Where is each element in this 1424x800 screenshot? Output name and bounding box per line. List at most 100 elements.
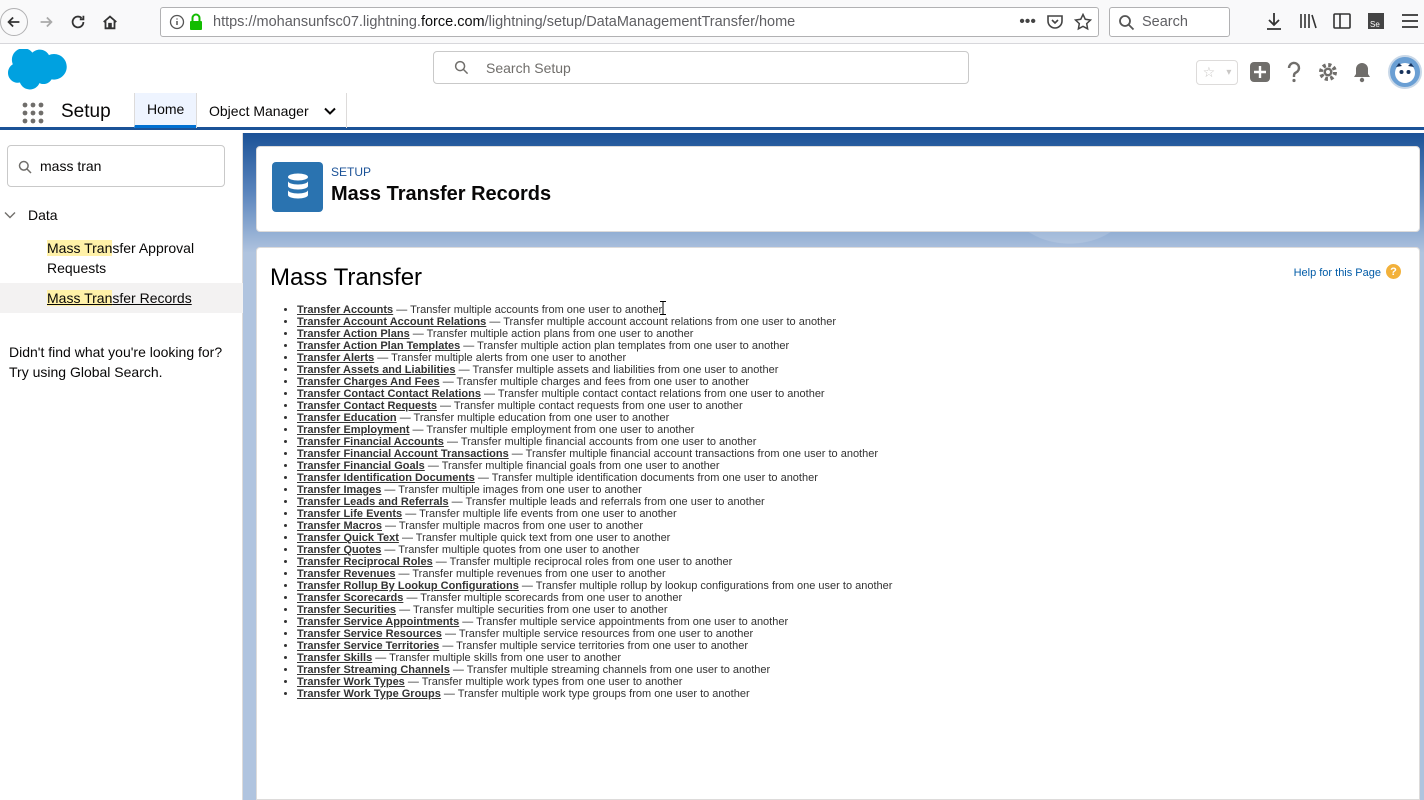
transfer-link[interactable]: Transfer Education [297, 412, 397, 424]
context-nav-bar: Setup Home Object Manager [0, 93, 1424, 130]
transfer-description: — Transfer multiple identification docum… [474, 472, 818, 484]
sidebar-item-mass-transfer-approval-requests[interactable]: Mass Transfer Approval Requests [0, 237, 243, 279]
download-icon[interactable] [1264, 10, 1284, 32]
sidebar-item-mass-transfer-records[interactable]: Mass Transfer Records [0, 283, 243, 313]
transfer-link[interactable]: Transfer Service Territories [297, 640, 439, 652]
transfer-link[interactable]: Transfer Work Types [297, 676, 405, 688]
transfer-link[interactable]: Transfer Financial Goals [297, 460, 425, 472]
pocket-icon[interactable] [1046, 13, 1064, 31]
transfer-description: — Transfer multiple charges and fees fro… [439, 376, 750, 388]
more-actions-icon[interactable]: ••• [1019, 12, 1036, 32]
browser-search-input[interactable]: Search [1109, 7, 1230, 37]
text-cursor-icon [660, 301, 666, 315]
transfer-link[interactable]: Transfer Reciprocal Roles [297, 556, 433, 568]
gear-icon [1319, 63, 1337, 81]
avatar[interactable] [1388, 55, 1422, 89]
list-item: Transfer Financial Accounts — Transfer m… [297, 436, 892, 448]
forward-button[interactable] [32, 8, 60, 36]
transfer-link[interactable]: Transfer Financial Accounts [297, 436, 444, 448]
menu-icon[interactable] [1400, 10, 1420, 32]
transfer-link[interactable]: Transfer Images [297, 484, 381, 496]
list-item: Transfer Employment — Transfer multiple … [297, 424, 892, 436]
transfer-description: — Transfer multiple action plan template… [460, 340, 790, 352]
transfer-link[interactable]: Transfer Contact Contact Relations [297, 388, 481, 400]
home-button[interactable] [96, 8, 124, 36]
transfer-link[interactable]: Transfer Streaming Channels [297, 664, 450, 676]
transfer-link[interactable]: Transfer Leads and Referrals [297, 496, 449, 508]
tree-section-data[interactable]: Data [4, 207, 58, 223]
setup-gear-button[interactable] [1316, 60, 1340, 84]
transfer-description: — Transfer multiple quick text from one … [398, 532, 671, 544]
chevron-down-icon[interactable]: ▾ [1226, 67, 1231, 78]
transfer-link[interactable]: Transfer Revenues [297, 568, 395, 580]
list-item: Transfer Images — Transfer multiple imag… [297, 484, 892, 496]
transfer-link[interactable]: Transfer Service Appointments [297, 616, 459, 628]
help-for-this-page-link[interactable]: Help for this Page [1294, 267, 1381, 279]
chevron-down-icon[interactable] [323, 104, 337, 118]
transfer-description: — Transfer multiple macros from one user… [381, 520, 644, 532]
tab-home[interactable]: Home [134, 93, 196, 128]
transfer-link[interactable]: Transfer Rollup By Lookup Configurations [297, 580, 519, 592]
chevron-down-icon[interactable] [4, 209, 16, 221]
transfer-link[interactable]: Transfer Quick Text [297, 532, 399, 544]
transfer-link[interactable]: Transfer Service Resources [297, 628, 442, 640]
transfer-description: — Transfer multiple account account rela… [486, 316, 837, 328]
help-button[interactable] [1282, 60, 1306, 84]
quick-find-input[interactable]: mass tran [7, 145, 225, 187]
transfer-link[interactable]: Transfer Quotes [297, 544, 381, 556]
transfer-link[interactable]: Transfer Employment [297, 424, 409, 436]
tab-object-manager[interactable]: Object Manager [196, 93, 347, 128]
transfer-link[interactable]: Transfer Charges And Fees [297, 376, 440, 388]
selenium-extension-icon[interactable]: Se [1366, 10, 1386, 32]
transfer-description: — Transfer multiple life events from one… [402, 508, 677, 520]
list-item: Transfer Alerts — Transfer multiple aler… [297, 352, 892, 364]
transfer-description: — Transfer multiple education from one u… [396, 412, 670, 424]
transfer-link[interactable]: Transfer Contact Requests [297, 400, 437, 412]
favorites-button[interactable]: ☆ ▾ [1196, 59, 1238, 85]
transfer-link[interactable]: Transfer Alerts [297, 352, 374, 364]
url-bar[interactable]: https://mohansunfsc07.lightning.force.co… [160, 7, 1099, 37]
transfer-link[interactable]: Transfer Action Plan Templates [297, 340, 460, 352]
transfer-description: — Transfer multiple revenues from one us… [395, 568, 666, 580]
transfer-link[interactable]: Transfer Life Events [297, 508, 402, 520]
sidebar-icon[interactable] [1332, 10, 1352, 32]
list-item: Transfer Assets and Liabilities — Transf… [297, 364, 892, 376]
arrow-left-icon [7, 16, 20, 28]
transfer-link[interactable]: Transfer Scorecards [297, 592, 403, 604]
reload-button[interactable] [64, 8, 92, 36]
search-icon [454, 60, 469, 75]
global-actions-button[interactable] [1248, 60, 1272, 84]
transfer-link[interactable]: Transfer Action Plans [297, 328, 410, 340]
salesforce-logo-icon[interactable] [8, 49, 68, 91]
transfer-link[interactable]: Transfer Macros [297, 520, 382, 532]
list-item: Transfer Securities — Transfer multiple … [297, 604, 892, 616]
bookmark-star-icon[interactable] [1074, 13, 1092, 31]
transfer-link[interactable]: Transfer Securities [297, 604, 396, 616]
list-item: Transfer Contact Contact Relations — Tra… [297, 388, 892, 400]
list-item: Transfer Account Account Relations — Tra… [297, 316, 892, 328]
lock-icon[interactable] [189, 13, 203, 31]
transfer-link[interactable]: Transfer Assets and Liabilities [297, 364, 456, 376]
app-launcher-icon[interactable] [22, 102, 44, 124]
list-item: Transfer Revenues — Transfer multiple re… [297, 568, 892, 580]
transfer-link[interactable]: Transfer Identification Documents [297, 472, 475, 484]
library-icon[interactable] [1298, 10, 1318, 32]
transfer-description: — Transfer multiple scorecards from one … [403, 592, 683, 604]
setup-search-input[interactable]: Search Setup [433, 51, 969, 84]
info-icon[interactable] [169, 14, 185, 30]
back-button[interactable] [0, 8, 28, 36]
list-item: Transfer Accounts — Transfer multiple ac… [297, 304, 892, 316]
list-item: Transfer Streaming Channels — Transfer m… [297, 664, 892, 676]
transfer-link[interactable]: Transfer Accounts [297, 304, 393, 316]
transfer-link[interactable]: Transfer Work Type Groups [297, 688, 441, 700]
star-icon[interactable]: ☆ [1203, 64, 1216, 81]
list-item: Transfer Education — Transfer multiple e… [297, 412, 892, 424]
transfer-link[interactable]: Transfer Financial Account Transactions [297, 448, 509, 460]
help-icon[interactable]: ? [1386, 264, 1401, 279]
transfer-description: — Transfer multiple leads and referrals … [448, 496, 765, 508]
transfer-description: — Transfer multiple reciprocal roles fro… [432, 556, 733, 568]
notifications-button[interactable] [1350, 60, 1374, 84]
transfer-link[interactable]: Transfer Skills [297, 652, 372, 664]
url-text[interactable]: https://mohansunfsc07.lightning.force.co… [213, 14, 795, 30]
transfer-link[interactable]: Transfer Account Account Relations [297, 316, 486, 328]
